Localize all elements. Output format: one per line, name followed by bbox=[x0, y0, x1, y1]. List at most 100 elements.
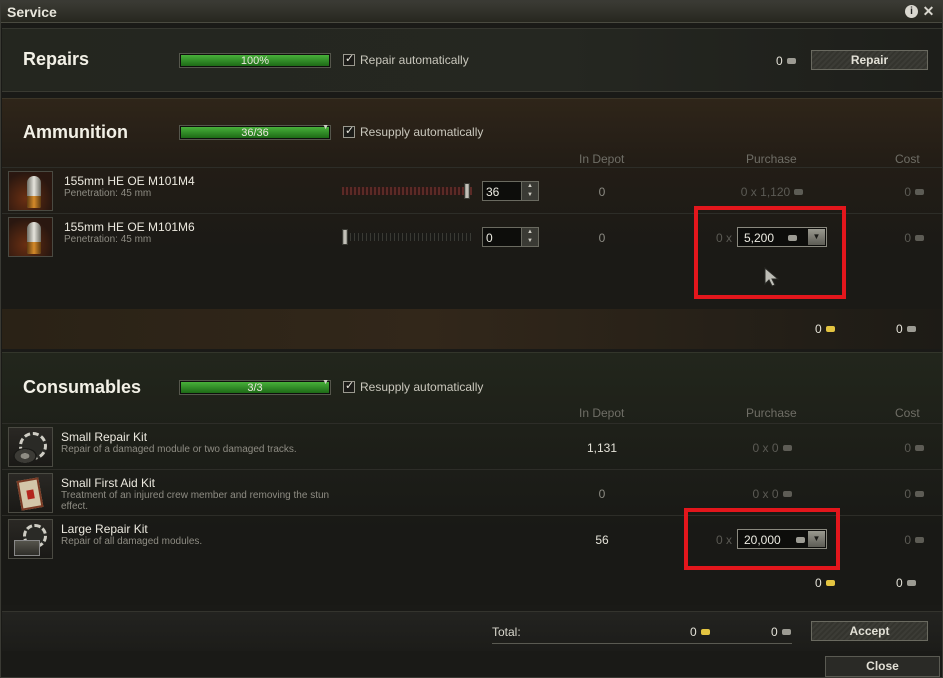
col-head-purchase: Purchase bbox=[746, 406, 797, 420]
ammo-purchase: 0 x 1,120 bbox=[702, 185, 842, 199]
total-label: Total: bbox=[492, 625, 521, 639]
repair-auto-checkbox[interactable] bbox=[343, 52, 355, 66]
ammo-resupply-checkbox[interactable] bbox=[343, 124, 355, 138]
consumables-resupply-checkbox[interactable] bbox=[343, 379, 355, 393]
slider-knob[interactable] bbox=[342, 229, 348, 245]
close-icon[interactable]: ✕ bbox=[922, 4, 935, 18]
consumable-depot-count: 0 bbox=[598, 487, 606, 501]
consumables-title: Consumables bbox=[23, 377, 142, 397]
info-icon[interactable]: i bbox=[905, 5, 918, 18]
credits-icon bbox=[781, 629, 791, 635]
repairs-title: Repairs bbox=[23, 49, 90, 69]
credits-icon bbox=[915, 235, 924, 241]
shell-thumbnail bbox=[8, 217, 53, 257]
consumable-name: Small First Aid Kit bbox=[61, 476, 156, 490]
consumable-thumbnail bbox=[8, 473, 53, 513]
col-head-purchase: Purchase bbox=[746, 152, 797, 166]
consumable-desc: Treatment of an injured crew member and … bbox=[61, 490, 330, 512]
credits-icon bbox=[782, 445, 792, 451]
credits-icon bbox=[915, 537, 924, 543]
ammo-count-stepper[interactable]: 36 ▲ ▼ bbox=[482, 181, 539, 201]
credits-icon bbox=[782, 491, 792, 497]
shell-icon bbox=[27, 176, 41, 208]
col-head-cost: Cost bbox=[895, 406, 920, 420]
ammo-desc: Penetration: 45 mm bbox=[64, 188, 152, 199]
ammunition-progress-bar[interactable]: 36/36 ▼ bbox=[179, 124, 331, 140]
ammo-subtotal-credits: 0 bbox=[896, 322, 916, 336]
toolbox-icon bbox=[14, 540, 40, 556]
consumable-row: Small Repair Kit Repair of a damaged mod… bbox=[2, 423, 942, 469]
repairs-progress-text: 100% bbox=[240, 55, 270, 67]
consumable-name: Small Repair Kit bbox=[61, 430, 148, 444]
shell-thumbnail bbox=[8, 171, 53, 211]
title-bar: Service i ✕ bbox=[1, 1, 942, 23]
consumable-thumbnail bbox=[8, 519, 53, 559]
col-head-in-depot: In Depot bbox=[579, 406, 625, 420]
consumables-subtotal-gold: 0 bbox=[815, 576, 835, 590]
gold-icon bbox=[825, 580, 835, 586]
ammo-depot-count: 0 bbox=[598, 231, 606, 245]
ammo-desc: Penetration: 45 mm bbox=[64, 234, 152, 245]
ammo-count-stepper[interactable]: 0 ▲ ▼ bbox=[482, 227, 539, 247]
stepper-arrows-icon[interactable]: ▲ ▼ bbox=[521, 228, 538, 246]
caret-down-icon: ▼ bbox=[322, 124, 329, 131]
consumable-purchase: 0 x 0 bbox=[702, 487, 842, 501]
shell-icon bbox=[27, 222, 41, 254]
ammo-subtotal-gold: 0 bbox=[815, 322, 835, 336]
ammunition-title: Ammunition bbox=[23, 122, 128, 142]
consumable-depot-count: 56 bbox=[595, 533, 609, 547]
consumable-thumbnail bbox=[8, 427, 53, 467]
consumable-purchase: 0 x 0 bbox=[702, 441, 842, 455]
credits-icon bbox=[915, 491, 924, 497]
ammo-name: 155mm HE OE M101M4 bbox=[64, 174, 195, 188]
credits-icon bbox=[906, 326, 916, 332]
mouse-cursor-icon bbox=[764, 266, 780, 287]
highlight-box bbox=[684, 508, 840, 570]
slider-knob[interactable] bbox=[464, 183, 470, 199]
consumables-resupply-label: Resupply automatically bbox=[360, 380, 484, 394]
gold-icon bbox=[700, 629, 710, 635]
track-wheel-icon bbox=[13, 448, 37, 464]
caret-down-icon: ▼ bbox=[322, 379, 329, 386]
credits-icon bbox=[906, 580, 916, 586]
consumables-progress-text: 3/3 bbox=[247, 382, 263, 394]
ammo-count-slider[interactable] bbox=[342, 183, 472, 199]
close-button[interactable]: Close bbox=[825, 656, 940, 677]
credits-icon bbox=[915, 445, 924, 451]
consumable-desc: Repair of a damaged module or two damage… bbox=[61, 444, 297, 455]
stepper-arrows-icon[interactable]: ▲ ▼ bbox=[521, 182, 538, 200]
credits-icon bbox=[915, 189, 924, 195]
consumable-cost: 0 bbox=[882, 441, 924, 455]
repair-button[interactable]: Repair bbox=[811, 50, 928, 70]
accept-button[interactable]: Accept bbox=[811, 621, 928, 641]
ammo-subtotal-band bbox=[2, 309, 942, 349]
ammo-name: 155mm HE OE M101M6 bbox=[64, 220, 195, 234]
repair-auto-label: Repair automatically bbox=[360, 53, 469, 67]
consumable-cost: 0 bbox=[882, 487, 924, 501]
repairs-section: Repairs 100% Repair automatically 0 Repa… bbox=[2, 28, 942, 92]
consumable-depot-count: 1,131 bbox=[586, 441, 618, 455]
repair-cost: 0 bbox=[776, 54, 796, 68]
credits-icon bbox=[786, 58, 796, 64]
first-aid-kit-icon bbox=[16, 477, 44, 511]
repairs-progress-bar: 100% bbox=[179, 53, 331, 68]
gold-icon bbox=[825, 326, 835, 332]
ammo-count-value[interactable]: 36 bbox=[486, 185, 499, 199]
service-window: Service i ✕ Repairs 100% Repair automati… bbox=[0, 0, 943, 678]
ammo-cost: 0 bbox=[882, 231, 924, 245]
ammo-count-value[interactable]: 0 bbox=[486, 231, 493, 245]
window-title: Service bbox=[7, 4, 57, 20]
footer: Total: 0 0 Accept bbox=[2, 611, 942, 651]
consumables-subtotal-credits: 0 bbox=[896, 576, 916, 590]
ammo-resupply-label: Resupply automatically bbox=[360, 125, 484, 139]
consumable-desc: Repair of all damaged modules. bbox=[61, 536, 203, 547]
ammo-cost: 0 bbox=[882, 185, 924, 199]
total-gold: 0 bbox=[690, 625, 710, 639]
total-underline bbox=[492, 643, 792, 644]
total-credits: 0 bbox=[771, 625, 791, 639]
consumable-name: Large Repair Kit bbox=[61, 522, 148, 536]
col-head-cost: Cost bbox=[895, 152, 920, 166]
ammunition-progress-text: 36/36 bbox=[241, 127, 269, 139]
ammo-count-slider[interactable] bbox=[342, 229, 472, 245]
consumables-progress-bar[interactable]: 3/3 ▼ bbox=[179, 379, 331, 395]
